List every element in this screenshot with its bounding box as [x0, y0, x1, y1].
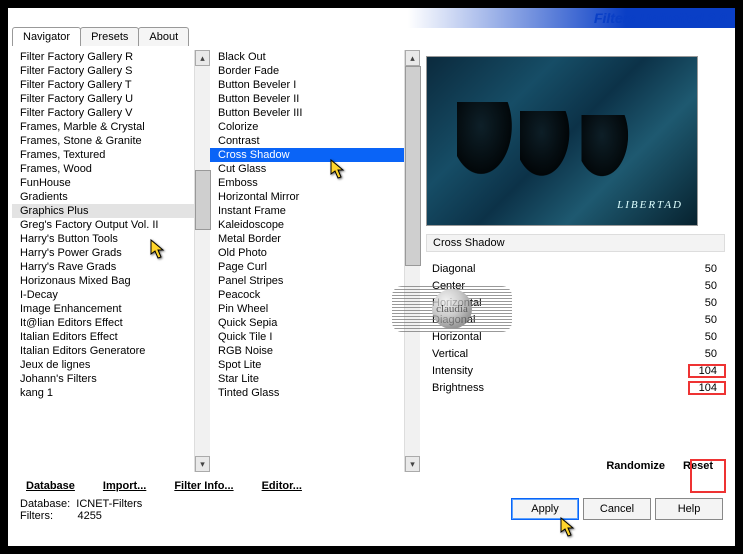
help-button[interactable]: Help — [655, 498, 723, 520]
slider-value: 50 — [689, 280, 725, 292]
current-filter-name: Cross Shadow — [426, 234, 725, 252]
filter-item[interactable]: Star Lite — [210, 372, 404, 386]
preview-caption: LIBERTAD — [617, 199, 683, 211]
category-item[interactable]: Frames, Wood — [12, 162, 194, 176]
scroll-down-icon[interactable]: ▾ — [195, 456, 210, 472]
cancel-button[interactable]: Cancel — [583, 498, 651, 520]
filter-item[interactable]: Horizontal Mirror — [210, 190, 404, 204]
slider-label: Intensity — [426, 365, 689, 377]
app-title: Filters Unlimited 2.0 — [594, 10, 727, 26]
title-bar: Filters Unlimited 2.0 — [8, 8, 735, 28]
slider-row[interactable]: Vertical50 — [426, 345, 725, 362]
toolbar: Database Import... Filter Info... Editor… — [8, 476, 735, 492]
category-list[interactable]: Filter Factory Gallery RFilter Factory G… — [12, 50, 194, 472]
scroll-up-icon[interactable]: ▴ — [405, 50, 420, 66]
scroll-thumb[interactable] — [195, 170, 211, 230]
slider-row[interactable]: Intensity104 — [426, 362, 725, 379]
slider-value: 50 — [689, 348, 725, 360]
filter-item[interactable]: Border Fade — [210, 64, 404, 78]
category-item[interactable]: Johann's Filters — [12, 372, 194, 386]
category-item[interactable]: Image Enhancement — [12, 302, 194, 316]
category-item[interactable]: Harry's Rave Grads — [12, 260, 194, 274]
tab-about[interactable]: About — [138, 27, 189, 46]
watermark: claudia — [392, 286, 512, 332]
randomize-button[interactable]: Randomize — [606, 460, 665, 472]
slider-label: Horizontal — [426, 331, 689, 343]
category-item[interactable]: Harry's Power Grads — [12, 246, 194, 260]
category-item[interactable]: Frames, Marble & Crystal — [12, 120, 194, 134]
filter-item[interactable]: Instant Frame — [210, 204, 404, 218]
category-item[interactable]: Greg's Factory Output Vol. II — [12, 218, 194, 232]
category-item[interactable]: kang 1 — [12, 386, 194, 400]
filter-scrollbar[interactable]: ▴ ▾ — [404, 50, 420, 472]
category-item[interactable]: Graphics Plus — [12, 204, 194, 218]
filter-item[interactable]: Black Out — [210, 50, 404, 64]
category-scrollbar[interactable]: ▴ ▾ — [194, 50, 210, 472]
filter-item[interactable]: Button Beveler III — [210, 106, 404, 120]
filter-item[interactable]: Pin Wheel — [210, 302, 404, 316]
slider-value: 50 — [689, 263, 725, 275]
category-item[interactable]: Frames, Stone & Granite — [12, 134, 194, 148]
category-item[interactable]: Italian Editors Effect — [12, 330, 194, 344]
filter-item[interactable]: Page Curl — [210, 260, 404, 274]
database-button[interactable]: Database — [26, 480, 75, 492]
filter-item[interactable]: Button Beveler I — [210, 78, 404, 92]
category-item[interactable]: It@lian Editors Effect — [12, 316, 194, 330]
tab-bar: NavigatorPresetsAbout — [8, 27, 735, 46]
filter-item[interactable]: Spot Lite — [210, 358, 404, 372]
scroll-thumb[interactable] — [405, 66, 421, 266]
slider-value: 50 — [689, 314, 725, 326]
scroll-down-icon[interactable]: ▾ — [405, 456, 420, 472]
filter-item[interactable]: RGB Noise — [210, 344, 404, 358]
filter-list[interactable]: Black OutBorder FadeButton Beveler IButt… — [210, 50, 404, 472]
slider-value: 50 — [689, 331, 725, 343]
filter-item[interactable]: Colorize — [210, 120, 404, 134]
filter-item[interactable]: Emboss — [210, 176, 404, 190]
slider-value: 104 — [689, 382, 725, 394]
category-item[interactable]: Gradients — [12, 190, 194, 204]
filter-item[interactable]: Cross Shadow — [210, 148, 404, 162]
category-item[interactable]: Filter Factory Gallery S — [12, 64, 194, 78]
category-item[interactable]: Frames, Textured — [12, 148, 194, 162]
editor-button[interactable]: Editor... — [262, 480, 302, 492]
preview-image: LIBERTAD — [426, 56, 698, 226]
filter-item[interactable]: Kaleidoscope — [210, 218, 404, 232]
highlight-box — [690, 459, 726, 493]
filter-info-button[interactable]: Filter Info... — [174, 480, 233, 492]
filter-item[interactable]: Peacock — [210, 288, 404, 302]
category-item[interactable]: Harry's Button Tools — [12, 232, 194, 246]
tab-presets[interactable]: Presets — [80, 27, 139, 46]
category-item[interactable]: Jeux de lignes — [12, 358, 194, 372]
category-item[interactable]: Filter Factory Gallery T — [12, 78, 194, 92]
slider-label: Diagonal — [426, 263, 689, 275]
tab-navigator[interactable]: Navigator — [12, 27, 81, 46]
category-item[interactable]: Filter Factory Gallery R — [12, 50, 194, 64]
category-item[interactable]: Horizonaus Mixed Bag — [12, 274, 194, 288]
category-item[interactable]: Filter Factory Gallery U — [12, 92, 194, 106]
category-item[interactable]: I-Decay — [12, 288, 194, 302]
filter-item[interactable]: Button Beveler II — [210, 92, 404, 106]
category-item[interactable]: FunHouse — [12, 176, 194, 190]
slider-value: 50 — [689, 297, 725, 309]
apply-button[interactable]: Apply — [511, 498, 579, 520]
slider-row[interactable]: Diagonal50 — [426, 260, 725, 277]
filter-item[interactable]: Contrast — [210, 134, 404, 148]
category-item[interactable]: Italian Editors Generatore — [12, 344, 194, 358]
filter-item[interactable]: Quick Sepia — [210, 316, 404, 330]
import-button[interactable]: Import... — [103, 480, 146, 492]
filter-item[interactable]: Metal Border — [210, 232, 404, 246]
slider-label: Vertical — [426, 348, 689, 360]
scroll-up-icon[interactable]: ▴ — [195, 50, 210, 66]
footer-info: Database: ICNET-Filters Filters: 4255 — [20, 498, 511, 522]
filter-item[interactable]: Tinted Glass — [210, 386, 404, 400]
filter-item[interactable]: Old Photo — [210, 246, 404, 260]
slider-value: 104 — [689, 365, 725, 377]
category-item[interactable]: Filter Factory Gallery V — [12, 106, 194, 120]
slider-row[interactable]: Brightness104 — [426, 379, 725, 396]
filter-item[interactable]: Panel Stripes — [210, 274, 404, 288]
slider-label: Brightness — [426, 382, 689, 394]
filter-item[interactable]: Quick Tile I — [210, 330, 404, 344]
filter-item[interactable]: Cut Glass — [210, 162, 404, 176]
